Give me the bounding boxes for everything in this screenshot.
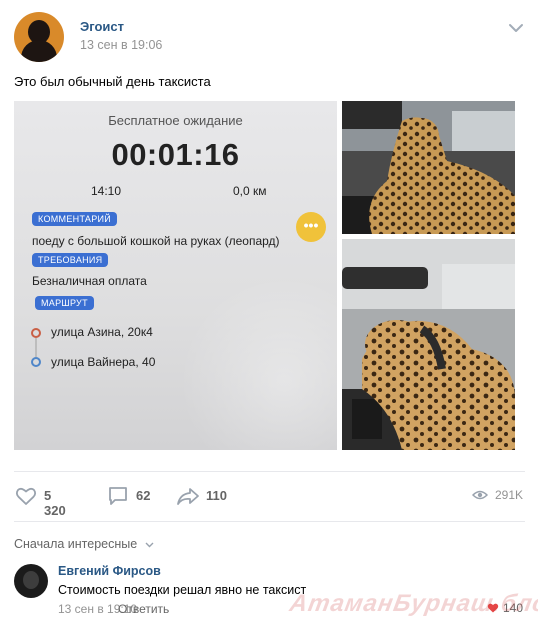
passenger-comment: поеду с большой кошкой на руках (леопард… [32, 234, 280, 248]
tag-route: МАРШРУТ [35, 296, 94, 310]
waiting-timer: 00:01:16 [111, 137, 240, 172]
author-avatar[interactable] [14, 12, 64, 62]
sort-label: Сначала интересные [14, 537, 138, 551]
comment-count: 62 [136, 488, 151, 503]
comment-icon [109, 487, 127, 505]
comments-sort-dropdown[interactable]: Сначала интересные [14, 537, 154, 551]
share-icon [177, 488, 199, 505]
waiting-title: Бесплатное ожидание [108, 113, 243, 128]
taxi-app-screen: Бесплатное ожидание 00:01:16 14:10 0,0 к… [14, 101, 337, 450]
route-connector [35, 338, 37, 357]
photo-leopard-front-seat[interactable] [342, 101, 515, 234]
tag-requirements: ТРЕБОВАНИЯ [32, 253, 109, 267]
chevron-down-icon[interactable] [508, 22, 524, 34]
divider-bottom [14, 521, 525, 522]
photo-taxi-app-screen[interactable]: Бесплатное ожидание 00:01:16 14:10 0,0 к… [14, 101, 337, 450]
order-distance: 0,0 км [233, 184, 267, 198]
views-count: 291K [494, 488, 523, 502]
photo-leopard-dashboard[interactable] [342, 239, 515, 450]
commenter-avatar[interactable] [14, 564, 48, 598]
route-end-marker [31, 357, 41, 367]
order-time: 14:10 [91, 184, 122, 198]
commenter-avatar-head [23, 571, 39, 589]
route-start-marker [31, 328, 41, 338]
route-from: улица Азина, 20к4 [51, 325, 153, 339]
leopard-photo-top-image [342, 101, 515, 234]
heart-icon [15, 487, 37, 505]
author-name[interactable]: Эгоист [80, 19, 124, 34]
post-actions: 5 320 62 110 291K [14, 484, 525, 518]
divider-top [14, 471, 525, 472]
eye-icon [472, 490, 488, 500]
payment-requirement: Безналичная оплата [32, 274, 147, 288]
route-to: улица Вайнера, 40 [51, 355, 156, 369]
avatar-body-shape [21, 40, 57, 62]
leopard-photo-bottom-image [342, 239, 515, 450]
comment-text: Стоимость поездки решал явно не таксист [58, 583, 307, 597]
tag-comment: КОММЕНТАРИЙ [32, 212, 118, 226]
commenter-name[interactable]: Евгений Фирсов [58, 564, 161, 578]
like-count: 5 320 [44, 488, 66, 518]
chevron-down-icon [145, 542, 154, 548]
share-count: 110 [206, 488, 227, 503]
screen-glare [174, 281, 337, 450]
reply-button[interactable]: Ответить [118, 602, 169, 616]
watermark: АтаманБурнаш.блоПП [287, 590, 538, 617]
post-header: Эгоист 13 сен в 19:06 [12, 10, 526, 62]
post-date[interactable]: 13 сен в 19:06 [80, 38, 162, 52]
ellipsis-chat-icon: ••• [296, 212, 326, 242]
post-text: Это был обычный день таксиста [14, 74, 211, 89]
